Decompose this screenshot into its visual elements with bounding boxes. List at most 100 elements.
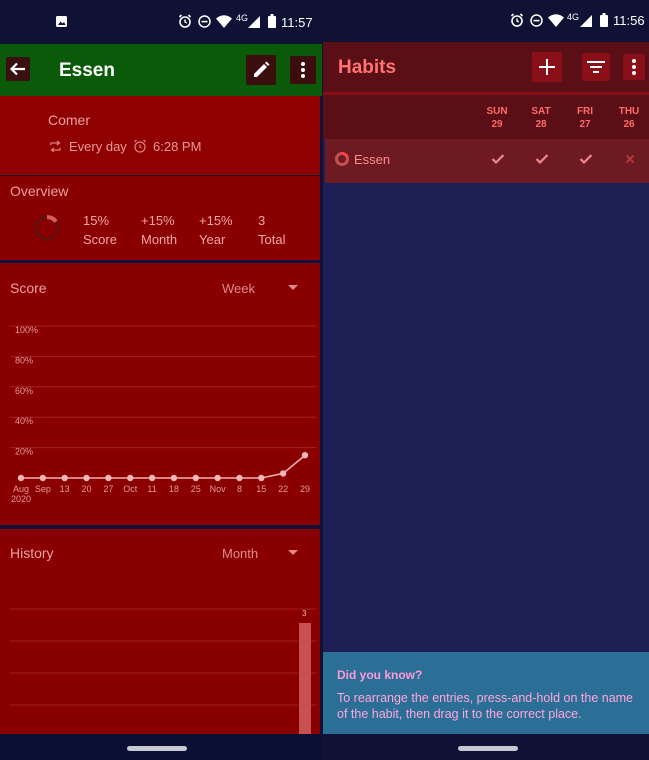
score-point: [192, 474, 199, 482]
status-bar: 4G 11:57: [0, 0, 322, 44]
x-tick-label: 13: [60, 484, 70, 494]
more-vert-icon: [301, 62, 305, 78]
score-point: [170, 474, 178, 482]
home-gesture-handle[interactable]: [458, 746, 518, 751]
page-title: Habits: [338, 57, 397, 78]
habit-score-ring: [335, 152, 349, 166]
stat-label: Year: [199, 232, 226, 247]
page-title: Essen: [59, 60, 115, 81]
dnd-icon: [198, 15, 211, 28]
overflow-menu-button[interactable]: [290, 56, 316, 84]
x-tick-label: 20: [82, 484, 92, 494]
score-line: [21, 454, 306, 479]
tip-banner[interactable]: Did you know? To rearrange the entries, …: [323, 652, 649, 734]
image-notification-icon: [56, 16, 67, 27]
add-habit-button[interactable]: [532, 52, 562, 82]
home-gesture-handle[interactable]: [127, 746, 187, 751]
stat-label: Score: [83, 232, 117, 247]
x-tick-label: Sep: [35, 484, 51, 494]
score-point: [127, 474, 134, 482]
stat-total: 3 Total: [258, 213, 298, 247]
x-tick-label: 29: [300, 484, 310, 494]
x-tick-label: Nov: [210, 484, 227, 494]
nav-bar: [0, 734, 322, 760]
stat-score: 15% Score: [83, 213, 117, 247]
edit-button[interactable]: [246, 55, 276, 85]
status-bar: 4G 11:56: [323, 0, 649, 42]
app-bar: Habits: [323, 42, 649, 92]
stat-label: Month: [141, 232, 178, 247]
y-tick-label: 60%: [15, 386, 33, 396]
x-tick-label: 15: [256, 484, 266, 494]
stat-month: +15% Month: [141, 213, 191, 247]
score-point: [17, 474, 25, 482]
history-chart: [10, 608, 316, 734]
overview-header: Overview: [10, 183, 69, 199]
more-vert-icon: [632, 59, 636, 75]
history-header: History: [10, 545, 54, 561]
dropdown-value: Week: [222, 281, 255, 296]
x-tick-label: 27: [103, 484, 113, 494]
score-point: [214, 474, 221, 482]
signal-icon: [580, 15, 592, 27]
repeat-icon: [50, 140, 61, 153]
check-icon[interactable]: [579, 153, 593, 165]
y-tick-label: 40%: [15, 416, 33, 426]
y-tick-label: 80%: [15, 355, 33, 365]
battery-icon: [600, 13, 608, 27]
history-card: History Month 3: [0, 529, 320, 734]
app-bar: Essen: [0, 44, 322, 96]
dropdown-arrow-icon: [288, 285, 298, 290]
dropdown-arrow-icon: [288, 550, 298, 555]
stat-value: 15%: [83, 213, 110, 228]
back-button[interactable]: [6, 57, 30, 81]
score-period-dropdown[interactable]: Week: [216, 275, 306, 301]
score-point: [39, 474, 47, 482]
tip-title: Did you know?: [337, 668, 423, 682]
habit-name: Essen: [354, 152, 391, 167]
x-tick-label: 11: [147, 484, 156, 494]
pencil-icon: [254, 61, 270, 77]
stat-value: 3: [258, 213, 266, 228]
score-header: Score: [10, 280, 47, 296]
wifi-icon: [216, 15, 232, 28]
score-point: [83, 474, 90, 482]
alarm-icon: [178, 14, 192, 28]
overflow-menu-button[interactable]: [623, 54, 645, 80]
cross-icon[interactable]: [625, 154, 635, 164]
x-tick-label: 25: [191, 484, 201, 494]
day-column-sun: SUN 29: [486, 106, 508, 130]
score-point: [301, 452, 309, 459]
x-tick-label: Oct: [123, 484, 138, 494]
network-type: 4G: [236, 13, 249, 23]
day-column-fri: FRI 27: [576, 106, 594, 130]
day-header: SUN 29 SAT 28 FRI 27 THU 26: [323, 92, 649, 139]
stat-year: +15% Year: [199, 213, 239, 247]
day-column-thu: THU 26: [618, 106, 640, 130]
score-point: [236, 474, 243, 482]
wifi-icon: [548, 14, 564, 27]
network-type: 4G: [567, 12, 580, 22]
x-tick-label: 8: [237, 484, 242, 494]
signal-icon: [248, 16, 260, 28]
day-column-sat: SAT 28: [531, 106, 551, 130]
habit-row[interactable]: Essen: [325, 139, 649, 183]
history-period-dropdown[interactable]: Month: [216, 540, 306, 566]
check-icon[interactable]: [491, 153, 505, 165]
dnd-icon: [530, 14, 543, 27]
history-bar-label: 3: [302, 609, 307, 618]
x-tick-label: Aug: [13, 484, 29, 494]
stat-label: Total: [258, 232, 286, 247]
overview-card: Overview 15% Score +15% Month +15% Year …: [0, 176, 320, 260]
tip-body: To rearrange the entries, press-and-hold…: [337, 691, 634, 721]
alarm-icon: [134, 139, 146, 153]
dropdown-value: Month: [222, 546, 259, 561]
arrow-back-icon: [9, 62, 25, 76]
x-year-label: 2020: [11, 494, 31, 504]
habit-info-card: Comer Every day 6:28 PM: [0, 96, 320, 175]
check-icon[interactable]: [535, 153, 549, 165]
habit-detail-screen: 4G 11:57 Essen Comer Every day 6:28 PM O…: [0, 0, 322, 760]
filter-button[interactable]: [582, 53, 610, 81]
stat-value: +15%: [141, 213, 175, 228]
history-bar: [299, 623, 311, 734]
